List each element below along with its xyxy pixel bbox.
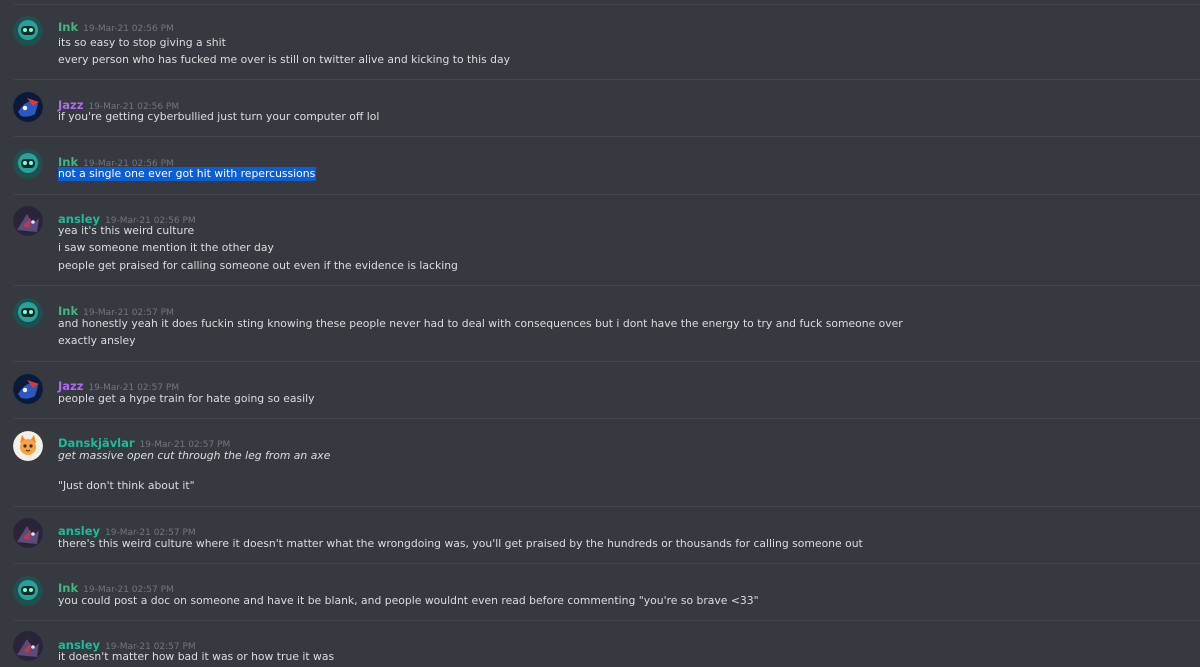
message-divider bbox=[14, 506, 1200, 507]
message-text: i saw someone mention it the other day bbox=[58, 241, 274, 254]
message-text: get massive open cut through the leg fro… bbox=[58, 449, 331, 462]
message-divider bbox=[14, 620, 1200, 621]
message-divider bbox=[14, 4, 1200, 5]
message-divider bbox=[14, 136, 1200, 137]
author-name[interactable]: Jazz bbox=[58, 379, 83, 393]
dark-character-avatar-icon[interactable] bbox=[13, 518, 43, 548]
message-text: exactly ansley bbox=[58, 334, 136, 347]
timestamp: 19-Mar-21 02:56 PM bbox=[83, 24, 174, 34]
message-divider bbox=[14, 418, 1200, 419]
message-divider bbox=[14, 285, 1200, 286]
author-name[interactable]: Danskjävlar bbox=[58, 436, 135, 450]
dark-character-avatar-icon[interactable] bbox=[13, 631, 43, 661]
teal-robot-avatar-icon[interactable] bbox=[13, 149, 43, 179]
message-text: you could post a doc on someone and have… bbox=[58, 594, 759, 607]
author-name[interactable]: Ink bbox=[58, 20, 78, 34]
message-text: yea it's this weird culture bbox=[58, 224, 195, 237]
author-name[interactable]: ansley bbox=[58, 524, 100, 538]
chat-messages: Ink 19-Mar-21 02:56 PM its so easy to sto… bbox=[0, 0, 1200, 667]
dark-character-avatar-icon[interactable] bbox=[13, 206, 43, 236]
teal-robot-avatar-icon[interactable] bbox=[13, 298, 43, 328]
message-text: people get a hype train for hate going s… bbox=[58, 392, 315, 405]
blue-red-character-avatar-icon[interactable] bbox=[13, 92, 43, 122]
text-selection: not a single one ever got hit with reper… bbox=[58, 167, 317, 181]
message-text-selected: not a single one ever got hit with reper… bbox=[58, 167, 317, 181]
blue-red-character-avatar-icon[interactable] bbox=[13, 374, 43, 404]
message-text: every person who has fucked me over is s… bbox=[58, 53, 511, 66]
message-divider bbox=[14, 79, 1200, 80]
message-text: "Just don't think about it" bbox=[58, 479, 195, 492]
message-text: and honestly yeah it does fuckin sting k… bbox=[58, 317, 903, 330]
message-divider bbox=[14, 563, 1200, 564]
message-text: if you're getting cyberbullied just turn… bbox=[58, 110, 380, 123]
message-text: there's this weird culture where it does… bbox=[58, 537, 863, 550]
orange-cat-avatar-icon[interactable] bbox=[13, 431, 43, 461]
author-name[interactable]: Ink bbox=[58, 581, 78, 595]
teal-robot-avatar-icon[interactable] bbox=[13, 16, 43, 46]
message-divider bbox=[14, 194, 1200, 195]
author-name[interactable]: Ink bbox=[58, 304, 78, 318]
teal-robot-avatar-icon[interactable] bbox=[13, 576, 43, 606]
message-text: its so easy to stop giving a shit bbox=[58, 36, 226, 49]
message-divider bbox=[14, 361, 1200, 362]
message-text: people get praised for calling someone o… bbox=[58, 259, 458, 272]
message-text: it doesn't matter how bad it was or how … bbox=[58, 650, 335, 663]
